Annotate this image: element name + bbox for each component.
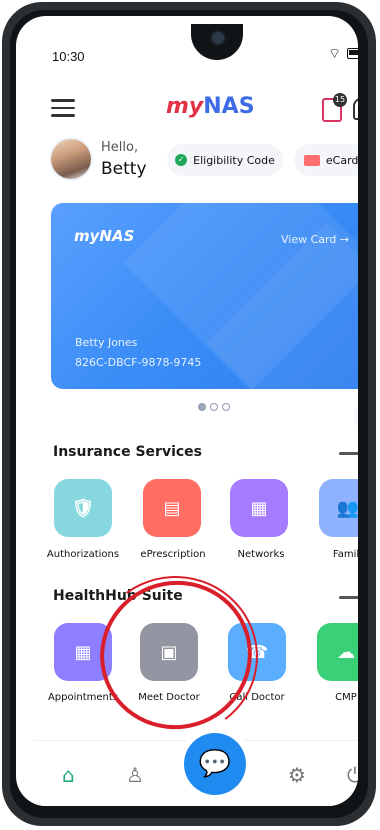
- document-icon: ▤: [163, 497, 181, 519]
- card-pager[interactable]: [198, 403, 230, 411]
- eligibility-code-button[interactable]: ✓ Eligibility Code: [167, 144, 283, 176]
- shield-check-icon: 🛡: [71, 497, 95, 519]
- side-panel-arrow-icon[interactable]: ←: [354, 400, 358, 434]
- cmp-label: CMP: [335, 692, 357, 703]
- battery-icon: [347, 48, 358, 59]
- notifications-icon[interactable]: [353, 98, 358, 120]
- status-icons: ⌔: [328, 45, 358, 62]
- app-logo: myNAS: [166, 94, 255, 119]
- status-time: 10:30: [52, 49, 85, 64]
- insurance-services-title: Insurance Services: [53, 444, 202, 460]
- home-icon[interactable]: ⌂: [62, 763, 75, 787]
- eprescription-tile[interactable]: ▤: [143, 479, 201, 537]
- pager-dot-2[interactable]: [210, 403, 218, 411]
- authorizations-tile[interactable]: 🛡: [54, 479, 112, 537]
- ecards-label: eCards: [325, 153, 358, 167]
- section-scroll-indicator: [339, 596, 358, 599]
- wifi-icon: ⌔: [328, 45, 342, 62]
- user-icon[interactable]: ♙: [126, 763, 144, 787]
- eprescription-label: ePrescription: [140, 549, 206, 560]
- calendar-icon: ▦: [74, 641, 92, 663]
- view-card-link[interactable]: View Card →: [281, 233, 349, 246]
- check-icon: ✓: [175, 154, 188, 166]
- family-icon: 👥: [336, 497, 358, 519]
- card-holder-name: Betty Jones: [75, 336, 138, 349]
- documents-badge: 15: [333, 93, 347, 107]
- camera-icon: [210, 30, 226, 46]
- avatar[interactable]: [51, 139, 91, 179]
- authorizations-label: Authorizations: [46, 549, 120, 560]
- section-scroll-indicator: [339, 452, 358, 455]
- networks-tile[interactable]: ▦: [230, 479, 288, 537]
- card-logo: myNAS: [74, 227, 135, 245]
- pager-dot-3[interactable]: [222, 403, 230, 411]
- greeting-text: Hello,: [101, 140, 139, 155]
- cmp-tile[interactable]: ☁: [317, 623, 358, 681]
- cloud-heart-icon: ☁: [337, 641, 355, 663]
- app-screen: 10:30 ⌔ myNAS 15 0 Hello, Betty ✓ Eligib…: [16, 16, 358, 806]
- building-icon: ▦: [250, 497, 268, 519]
- family-label: Family: [332, 549, 358, 560]
- settings-icon[interactable]: ⚙: [288, 763, 306, 787]
- insurance-card[interactable]: myNAS View Card → Betty Jones 826C-DBCF-…: [51, 203, 358, 389]
- user-name: Betty: [101, 159, 147, 179]
- pager-dot-1[interactable]: [198, 403, 206, 411]
- menu-icon[interactable]: [51, 99, 75, 117]
- chat-icon[interactable]: 💬: [184, 733, 246, 795]
- ecard-icon: [303, 154, 320, 166]
- eligibility-label: Eligibility Code: [193, 153, 275, 167]
- power-icon[interactable]: ⏻: [347, 763, 358, 787]
- ecards-button[interactable]: eCards: [294, 144, 358, 176]
- card-member-id: 826C-DBCF-9878-9745: [75, 356, 202, 369]
- family-tile[interactable]: 👥: [319, 479, 358, 537]
- networks-label: Networks: [237, 549, 285, 560]
